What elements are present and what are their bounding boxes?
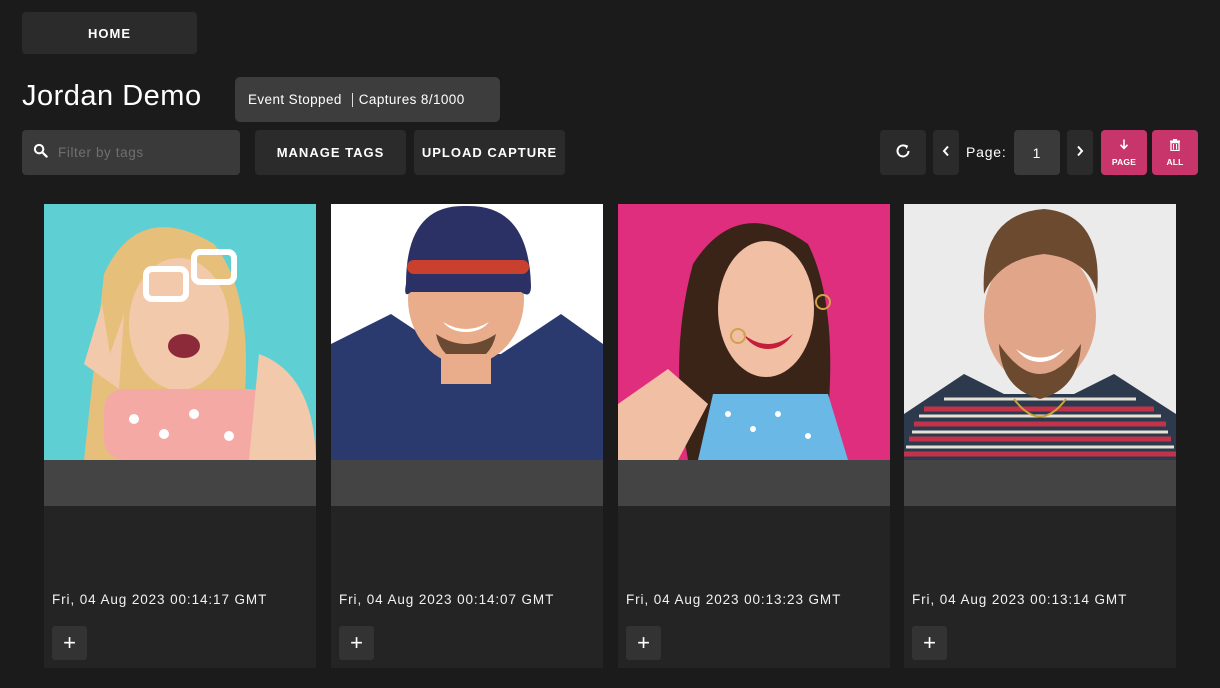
- capture-date: Fri, 04 Aug 2023 00:13:14 GMT: [912, 592, 1128, 607]
- tag-bar: [331, 460, 603, 506]
- capture-date: Fri, 04 Aug 2023 00:14:07 GMT: [339, 592, 555, 607]
- previous-page-button[interactable]: [933, 130, 959, 175]
- download-page-label: PAGE: [1111, 157, 1137, 167]
- add-tag-button[interactable]: +: [626, 626, 661, 660]
- event-title: Jordan Demo: [22, 80, 202, 112]
- refresh-button[interactable]: [880, 130, 926, 175]
- status-divider: [351, 92, 353, 107]
- add-tag-button[interactable]: +: [912, 626, 947, 660]
- chevron-left-icon: [942, 145, 950, 160]
- tag-bar: [904, 460, 1176, 506]
- event-status-text: Event Stopped: [248, 92, 342, 107]
- page-number-input[interactable]: 1: [1014, 130, 1060, 175]
- captures-count: Captures 8/1000: [358, 92, 465, 107]
- page-label: Page:: [966, 144, 1007, 160]
- add-tag-button[interactable]: +: [52, 626, 87, 660]
- tag-filter-input[interactable]: [56, 144, 225, 161]
- capture-date: Fri, 04 Aug 2023 00:13:23 GMT: [626, 592, 842, 607]
- upload-capture-button[interactable]: UPLOAD CAPTURE: [414, 130, 565, 175]
- download-all-label: ALL: [1166, 157, 1184, 167]
- trash-icon: [1169, 138, 1181, 156]
- capture-card[interactable]: Fri, 04 Aug 2023 00:13:23 GMT +: [618, 204, 890, 668]
- tag-bar: [618, 460, 890, 506]
- search-icon: [33, 143, 48, 163]
- download-all-button[interactable]: ALL: [1152, 130, 1198, 175]
- capture-photo[interactable]: [331, 204, 603, 460]
- event-status-badge: Event Stopped Captures 8/1000: [235, 77, 500, 122]
- capture-photo[interactable]: [618, 204, 890, 460]
- download-page-button[interactable]: PAGE: [1101, 130, 1147, 175]
- home-button[interactable]: HOME: [22, 12, 197, 54]
- capture-date: Fri, 04 Aug 2023 00:14:17 GMT: [52, 592, 268, 607]
- capture-card[interactable]: Fri, 04 Aug 2023 00:14:17 GMT +: [44, 204, 316, 668]
- tag-bar: [44, 460, 316, 506]
- manage-tags-button[interactable]: MANAGE TAGS: [255, 130, 406, 175]
- add-tag-button[interactable]: +: [339, 626, 374, 660]
- capture-card[interactable]: Fri, 04 Aug 2023 00:13:14 GMT +: [904, 204, 1176, 668]
- next-page-button[interactable]: [1067, 130, 1093, 175]
- refresh-icon: [894, 142, 912, 163]
- capture-photo[interactable]: [44, 204, 316, 460]
- tag-filter[interactable]: [22, 130, 240, 175]
- download-icon: [1119, 138, 1129, 156]
- capture-photo[interactable]: [904, 204, 1176, 460]
- chevron-right-icon: [1076, 145, 1084, 160]
- capture-card[interactable]: Fri, 04 Aug 2023 00:14:07 GMT +: [331, 204, 603, 668]
